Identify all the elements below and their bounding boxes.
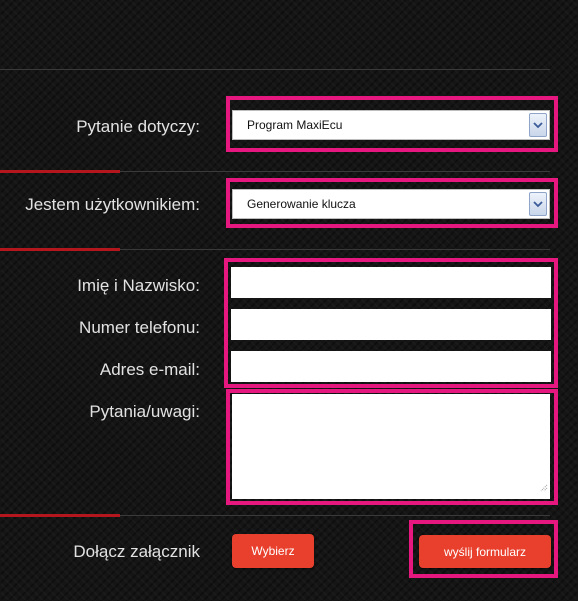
phone-input[interactable] bbox=[231, 309, 551, 340]
section-divider bbox=[120, 515, 550, 516]
chevron-down-icon[interactable] bbox=[529, 113, 547, 137]
section-divider-red bbox=[0, 170, 120, 173]
submit-form-button[interactable]: wyślij formularz bbox=[419, 535, 551, 568]
section-divider-red bbox=[0, 248, 120, 251]
topic-select-value: Program MaxiEcu bbox=[247, 118, 343, 132]
choose-file-button[interactable]: Wybierz bbox=[232, 534, 314, 568]
user-type-label: Jestem użytkownikiem: bbox=[25, 195, 200, 214]
resize-grip-icon[interactable] bbox=[538, 479, 548, 497]
user-type-select[interactable]: Generowanie klucza bbox=[232, 189, 550, 219]
section-divider bbox=[120, 249, 550, 250]
section-divider-red bbox=[0, 514, 120, 517]
name-label: Imię i Nazwisko: bbox=[77, 276, 200, 295]
phone-label: Numer telefonu: bbox=[79, 318, 200, 337]
top-divider bbox=[0, 69, 550, 70]
topic-label: Pytanie dotyczy: bbox=[76, 117, 200, 136]
comments-textarea[interactable] bbox=[232, 394, 550, 499]
name-input[interactable] bbox=[231, 267, 551, 298]
user-type-select-value: Generowanie klucza bbox=[247, 197, 356, 211]
section-divider bbox=[120, 171, 550, 172]
email-label: Adres e-mail: bbox=[99, 360, 200, 379]
email-input[interactable] bbox=[231, 351, 551, 382]
chevron-down-icon[interactable] bbox=[529, 192, 547, 216]
topic-select[interactable]: Program MaxiEcu bbox=[232, 110, 550, 140]
comments-label: Pytania/uwagi: bbox=[89, 402, 200, 421]
attachment-label: Dołącz załącznik bbox=[73, 542, 200, 561]
